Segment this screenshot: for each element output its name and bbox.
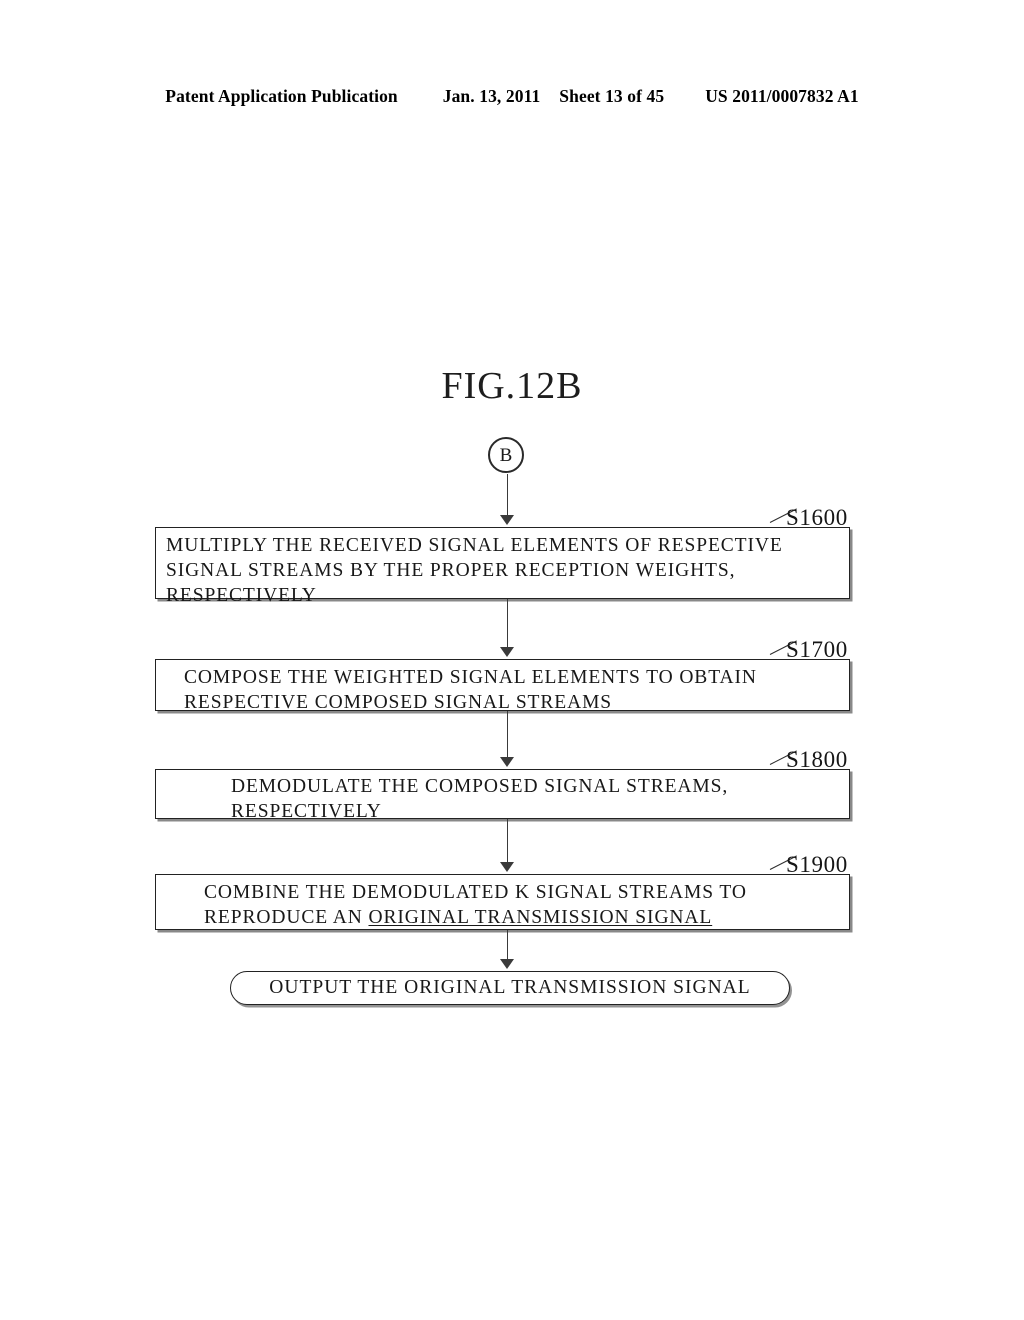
process-box-s1700: COMPOSE THE WEIGHTED SIGNAL ELEMENTS TO … — [155, 659, 850, 713]
process-line: SIGNAL STREAMS BY THE PROPER RECEPTION W… — [166, 560, 736, 581]
connector-line-b-to-s1600 — [507, 474, 508, 517]
connector-node-b: B — [488, 437, 524, 473]
process-box-s1800: DEMODULATE THE COMPOSED SIGNAL STREAMS, … — [155, 769, 850, 822]
connector-line-s1900-to-terminal — [507, 930, 508, 961]
connector-line-s1800-to-s1900 — [507, 819, 508, 864]
arrowhead-s1600-to-s1700 — [500, 647, 514, 657]
process-line: RESPECTIVELY — [231, 801, 382, 822]
process-line: MULTIPLY THE RECEIVED SIGNAL ELEMENTS OF… — [166, 535, 783, 556]
flowchart-diagram: B S1600 MULTIPLY THE RECEIVED SIGNAL ELE… — [0, 0, 1024, 1320]
process-box-s1600: MULTIPLY THE RECEIVED SIGNAL ELEMENTS OF… — [155, 527, 850, 606]
arrowhead-s1800-to-s1900 — [500, 862, 514, 872]
process-line-underlined: REPRODUCE AN ORIGINAL TRANSMISSION SIGNA… — [204, 905, 849, 930]
process-line: RESPECTIVE COMPOSED SIGNAL STREAMS — [184, 692, 613, 713]
terminal-label: OUTPUT THE ORIGINAL TRANSMISSION SIGNAL — [269, 977, 751, 998]
process-box-s1900: COMBINE THE DEMODULATED K SIGNAL STREAMS… — [155, 874, 850, 930]
connector-line-s1600-to-s1700 — [507, 599, 508, 649]
arrowhead-s1900-to-terminal — [500, 959, 514, 969]
arrowhead-b-to-s1600 — [500, 515, 514, 525]
connector-node-label: B — [499, 444, 513, 466]
arrowhead-s1700-to-s1800 — [500, 757, 514, 767]
process-line-prefix: REPRODUCE AN — [204, 907, 369, 928]
connector-line-s1700-to-s1800 — [507, 711, 508, 759]
process-line: DEMODULATE THE COMPOSED SIGNAL STREAMS, — [231, 776, 729, 797]
terminal-output-node: OUTPUT THE ORIGINAL TRANSMISSION SIGNAL — [230, 971, 790, 1005]
process-line: COMPOSE THE WEIGHTED SIGNAL ELEMENTS TO … — [184, 667, 757, 688]
process-line: COMBINE THE DEMODULATED K SIGNAL STREAMS… — [204, 882, 747, 903]
process-line-emphasis: ORIGINAL TRANSMISSION SIGNAL — [368, 907, 713, 928]
